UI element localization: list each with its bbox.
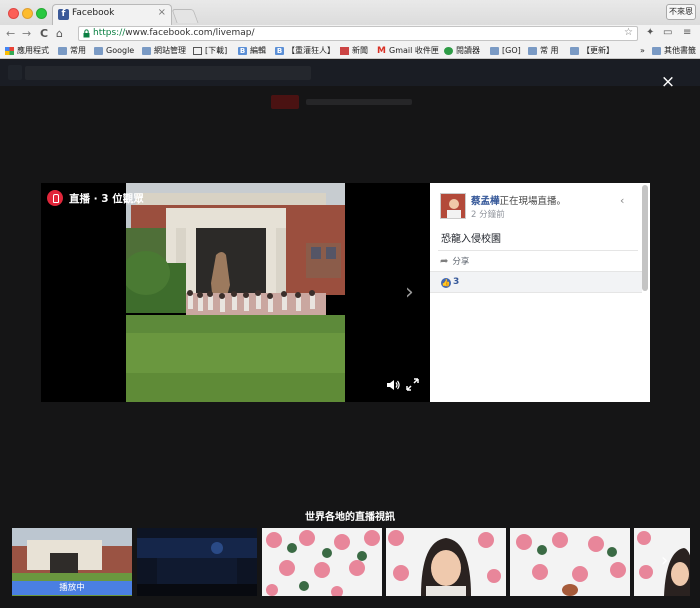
new-tab-button[interactable] [171, 9, 199, 23]
facebook-search-dimmed [25, 66, 311, 80]
lock-icon [83, 29, 90, 38]
fullscreen-icon[interactable] [406, 378, 419, 391]
reader-icon [444, 46, 453, 55]
folder-icon [652, 46, 661, 55]
video-thumbnail[interactable] [510, 528, 630, 596]
video-thumbnail[interactable] [262, 528, 382, 596]
live-video-frame[interactable] [126, 183, 345, 402]
strip-next-arrow[interactable]: › [661, 550, 668, 571]
gmail-icon: M [377, 45, 386, 56]
chevron-left-icon[interactable]: ‹ [620, 194, 624, 207]
home-button[interactable]: ⌂ [56, 26, 63, 41]
browser-window: f Facebook × 不來恩 ← → C ⌂ https://www.fac… [0, 0, 700, 608]
share-arrow-icon: ➦ [440, 255, 449, 267]
close-overlay-button[interactable]: × [660, 74, 676, 91]
folder-icon [94, 46, 103, 55]
live-status-text: 正在現場直播。 [499, 196, 567, 207]
url-text: https://www.facebook.com/livemap/ [93, 28, 255, 38]
thumbnail-backdrop-image [510, 528, 630, 596]
tab-facebook[interactable]: f Facebook × [52, 4, 172, 25]
avatar[interactable] [440, 193, 466, 219]
video-thumbnail[interactable] [386, 528, 506, 596]
avatar-image [441, 194, 465, 218]
browser-toolbar: ← → C ⌂ https://www.facebook.com/livemap… [0, 25, 700, 42]
author-name-link[interactable]: 蔡孟樺 [471, 196, 500, 207]
zoom-window-button[interactable] [36, 8, 47, 19]
thumbnail-woman-image [386, 528, 506, 596]
blogger-icon: B [275, 46, 284, 55]
bookmark-blogger[interactable]: B 【重灌狂人】 [275, 44, 335, 57]
address-bar[interactable]: https://www.facebook.com/livemap/ ☆ [78, 26, 638, 41]
bookmark-gmail[interactable]: M Gmail 收件匣 [377, 44, 439, 57]
reactions-row[interactable]: 👍 3 [430, 271, 642, 293]
apps-grid-icon [5, 46, 14, 55]
bookmarks-bar: 應用程式 常用 Google 網站管理 [下載] B 編輯 B 【重灌狂人】 新聞 … [0, 42, 700, 59]
bookmarks-overflow-button[interactable]: » [640, 44, 645, 57]
minimize-window-button[interactable] [22, 8, 33, 19]
folder-icon [528, 46, 537, 55]
news-icon [340, 46, 349, 55]
thumbnail-stage-image [137, 528, 257, 596]
reload-button[interactable]: C [40, 26, 48, 41]
bookmark-apps[interactable]: 應用程式 [5, 44, 49, 57]
folder-icon [490, 46, 499, 55]
dimmed-headline [306, 99, 412, 105]
forward-button[interactable]: → [22, 26, 31, 41]
bookmark-reader[interactable]: 閱讀器 [444, 44, 480, 57]
tab-close-icon[interactable]: × [158, 7, 166, 18]
folder-icon [142, 46, 151, 55]
facebook-logo-icon [8, 65, 22, 80]
live-broadcast-icon [47, 190, 63, 206]
divider [438, 250, 638, 251]
profile-button[interactable]: 不來恩 [666, 4, 696, 20]
folder-icon [570, 46, 579, 55]
cast-icon[interactable]: ▭ [663, 27, 672, 38]
bookmark-folder[interactable]: 常 用 [528, 44, 559, 57]
blogger-icon: B [238, 46, 247, 55]
video-scene-image [126, 183, 345, 402]
like-count[interactable]: 3 [453, 277, 459, 287]
bookmark-folder[interactable]: 【更新】 [570, 44, 614, 57]
download-icon [193, 46, 202, 55]
title-bar: f Facebook × 不來恩 [0, 0, 700, 25]
share-button[interactable]: ➦ 分享 [440, 255, 470, 268]
folder-icon [58, 46, 67, 55]
video-thumbnail[interactable] [137, 528, 257, 596]
back-button[interactable]: ← [6, 26, 15, 41]
close-window-button[interactable] [8, 8, 19, 19]
extension-icon[interactable]: ✦ [646, 27, 654, 38]
bookmark-news[interactable]: 新聞 [340, 44, 368, 57]
bookmark-folder[interactable]: Google [94, 44, 134, 57]
menu-icon[interactable]: ≡ [683, 27, 691, 38]
tab-title: Facebook [72, 8, 115, 18]
bookmark-folder[interactable]: 網站管理 [142, 44, 186, 57]
post-message: 恐龍入侵校園 [441, 234, 501, 245]
thumbnail-backdrop-image [262, 528, 382, 596]
live-viewer-count: 直播 · 3 位觀眾 [47, 190, 144, 206]
next-video-arrow[interactable]: › [405, 280, 414, 305]
live-label: 直播 · 3 位觀眾 [69, 192, 144, 205]
volume-icon[interactable] [386, 378, 400, 392]
bookmark-download[interactable]: [下載] [193, 44, 227, 57]
post-timestamp[interactable]: 2 分鐘前 [471, 208, 505, 220]
like-thumb-icon: 👍 [441, 278, 451, 288]
bookmark-folder[interactable]: 常用 [58, 44, 86, 57]
now-playing-label: 播放中 [12, 581, 132, 595]
facebook-header-dimmed [0, 60, 700, 86]
strip-title: 世界各地的直播視訊 [305, 512, 395, 523]
live-badge-dimmed [271, 95, 299, 109]
bookmark-folder[interactable]: [GO] [490, 44, 521, 57]
post-panel: 蔡孟樺正在現場直播。 2 分鐘前 ‹ 恐龍入侵校園 ➦ 分享 👍 3 [430, 183, 650, 402]
share-label: 分享 [452, 257, 470, 267]
other-bookmarks[interactable]: 其他書籤 [652, 44, 696, 57]
bookmark-star-icon[interactable]: ☆ [624, 27, 633, 38]
facebook-favicon-icon: f [58, 9, 69, 20]
bookmark-blogger[interactable]: B 編輯 [238, 44, 266, 57]
post-author-line: 蔡孟樺正在現場直播。 [471, 193, 566, 207]
panel-scrollbar[interactable] [642, 185, 648, 291]
